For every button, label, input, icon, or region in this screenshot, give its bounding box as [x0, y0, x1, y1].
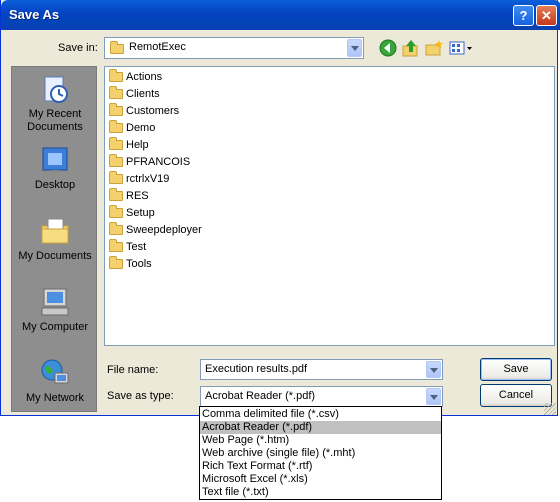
save-in-value: RemotExec [129, 41, 186, 53]
resize-grip[interactable] [544, 403, 556, 415]
list-item[interactable]: Sweepdeployer [109, 222, 202, 239]
place-label: My Computer [21, 321, 89, 333]
close-button[interactable]: ✕ [536, 5, 557, 26]
save-in-label: Save in: [58, 42, 98, 54]
folder-icon [109, 239, 123, 253]
list-item[interactable]: rctrlxV19 [109, 171, 169, 188]
dropdown-option-selected[interactable]: Acrobat Reader (*.pdf) [200, 421, 441, 434]
folder-icon [109, 103, 123, 117]
file-name-label: File name: [107, 364, 159, 376]
dropdown-option[interactable]: Text file (*.txt) [200, 486, 441, 499]
save-in-combo[interactable]: RemotExec [104, 37, 364, 59]
folder-icon [109, 86, 123, 100]
save-as-type-select[interactable]: Acrobat Reader (*.pdf) [200, 386, 443, 407]
file-name-value: Execution results.pdf [205, 363, 308, 375]
back-icon[interactable] [378, 38, 398, 58]
place-label: Desktop [34, 179, 76, 191]
dropdown-option[interactable]: Web Page (*.htm) [200, 434, 441, 447]
help-button[interactable]: ? [513, 5, 534, 26]
folder-icon [109, 256, 123, 270]
dropdown-option[interactable]: Web archive (single file) (*.mht) [200, 447, 441, 460]
list-item[interactable]: Tools [109, 256, 152, 273]
file-name-field[interactable]: Execution results.pdf [200, 359, 443, 380]
list-item[interactable]: RES [109, 188, 149, 205]
dialog-title: Save As [9, 7, 60, 22]
save-as-dialog: Save As ? ✕ Save in: RemotExec My Recent… [0, 0, 560, 416]
list-item[interactable]: PFRANCOIS [109, 154, 190, 171]
place-my-computer[interactable]: My Computer [12, 286, 98, 334]
list-item[interactable]: Actions [109, 69, 162, 86]
my-network-icon [41, 359, 69, 384]
list-item[interactable]: Clients [109, 86, 160, 103]
places-bar: My Recent Documents Desktop My Documents [11, 66, 97, 412]
folder-icon [109, 205, 123, 219]
folder-icon [109, 188, 123, 202]
folder-icon [109, 69, 123, 83]
views-menu-icon[interactable] [448, 38, 474, 58]
list-item[interactable]: Help [109, 137, 149, 154]
list-item[interactable]: Setup [109, 205, 155, 222]
desktop-icon [42, 147, 68, 173]
new-folder-icon[interactable] [424, 38, 444, 58]
save-button[interactable]: Save [480, 358, 552, 381]
title-bar[interactable]: Save As ? ✕ [1, 0, 560, 30]
place-desktop[interactable]: Desktop [12, 144, 98, 192]
dropdown-option[interactable]: Comma delimited file (*.csv) [200, 408, 441, 421]
folder-icon [110, 41, 124, 54]
list-item[interactable]: Demo [109, 120, 155, 137]
my-computer-icon [41, 288, 69, 316]
place-label: My Network [25, 392, 85, 404]
place-my-recent-documents[interactable]: My Recent Documents [12, 73, 98, 134]
folder-icon [109, 171, 123, 185]
chevron-down-icon[interactable] [426, 361, 441, 378]
place-my-documents[interactable]: My Documents [12, 215, 98, 263]
place-label: My Recent Documents [27, 108, 83, 133]
cancel-button[interactable]: Cancel [480, 384, 552, 407]
save-as-type-dropdown-list[interactable]: Comma delimited file (*.csv) Acrobat Rea… [199, 406, 442, 500]
folder-icon [109, 120, 123, 134]
chevron-down-icon[interactable] [426, 388, 441, 405]
folder-icon [109, 137, 123, 151]
dropdown-option[interactable]: Rich Text Format (*.rtf) [200, 460, 441, 473]
folder-icon [109, 222, 123, 236]
my-documents-icon [41, 218, 69, 244]
up-folder-icon[interactable] [401, 38, 421, 58]
chevron-down-icon[interactable] [347, 39, 362, 57]
dropdown-option[interactable]: Microsoft Excel (*.xls) [200, 473, 441, 486]
recent-documents-icon [44, 76, 68, 103]
file-list[interactable]: Actions Clients Customers Demo Help PFRA… [104, 66, 555, 346]
save-as-type-value: Acrobat Reader (*.pdf) [205, 390, 316, 402]
place-label: My Documents [18, 250, 92, 262]
list-item[interactable]: Customers [109, 103, 179, 120]
place-my-network[interactable]: My Network [12, 357, 98, 405]
list-item[interactable]: Test [109, 239, 146, 256]
folder-icon [109, 154, 123, 168]
save-as-type-label: Save as type: [107, 390, 174, 402]
